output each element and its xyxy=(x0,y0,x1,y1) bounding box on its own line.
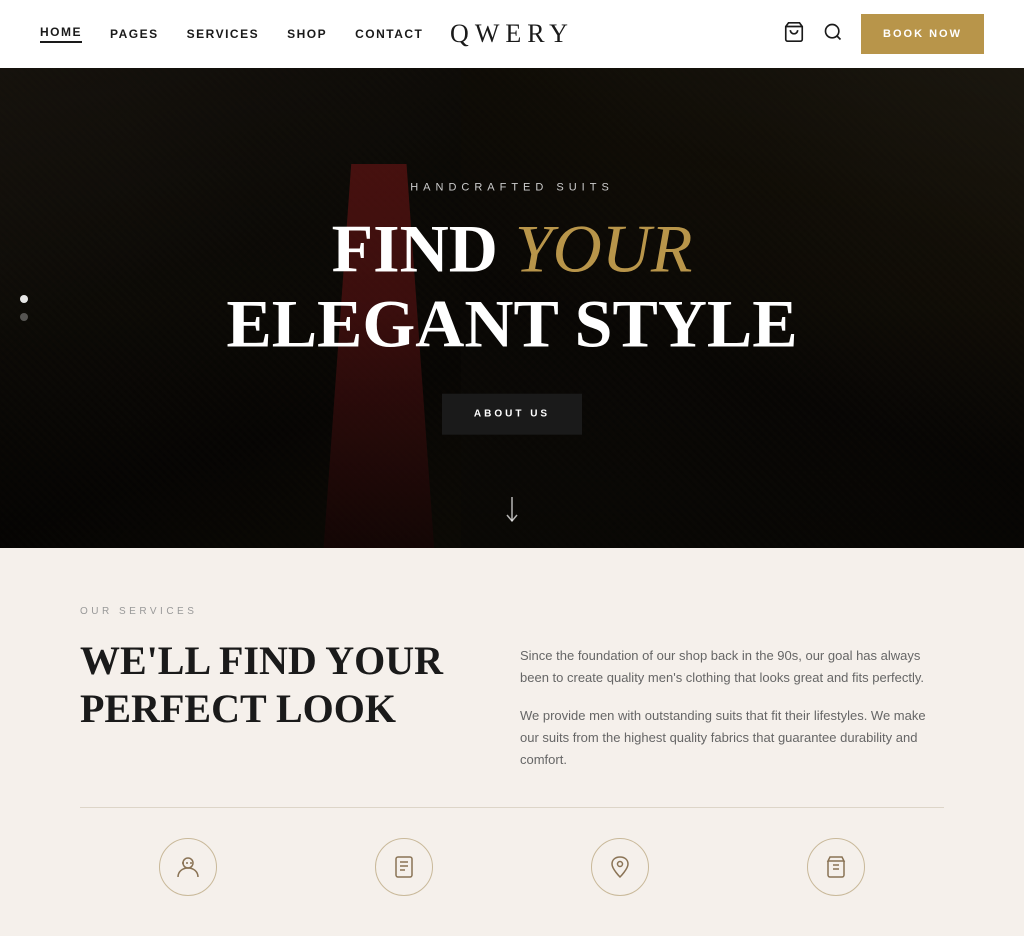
hero-title-elegant: ELEGANT STYLE xyxy=(226,286,797,362)
service-icon-2 xyxy=(296,838,512,896)
hero-title: FIND YOUR ELEGANT STYLE xyxy=(182,212,842,362)
services-label: OUR SERVICES xyxy=(80,606,944,617)
services-row: WE'LL FIND YOUR PERFECT LOOK Since the f… xyxy=(80,637,944,771)
book-now-button[interactable]: BOOK NOW xyxy=(861,14,984,54)
icon-circle-1 xyxy=(159,838,217,896)
hero-content: HANDCRAFTED SUITS FIND YOUR ELEGANT STYL… xyxy=(182,182,842,435)
about-us-button[interactable]: ABOUT US xyxy=(442,393,582,434)
hero-title-find: FIND xyxy=(332,211,515,287)
services-para2: We provide men with outstanding suits th… xyxy=(520,705,944,771)
service-icon-1 xyxy=(80,838,296,896)
nav-item-home[interactable]: HOME xyxy=(40,25,82,43)
services-heading: WE'LL FIND YOUR PERFECT LOOK xyxy=(80,637,470,733)
hero-subtitle: HANDCRAFTED SUITS xyxy=(182,182,842,194)
icons-row xyxy=(80,807,944,896)
cart-icon[interactable] xyxy=(783,21,805,48)
icon-circle-3 xyxy=(591,838,649,896)
search-icon[interactable] xyxy=(823,22,843,47)
nav-item-pages[interactable]: PAGES xyxy=(110,27,159,41)
nav-item-shop[interactable]: SHOP xyxy=(287,27,327,41)
slider-dots xyxy=(20,295,28,321)
hero-section: HANDCRAFTED SUITS FIND YOUR ELEGANT STYL… xyxy=(0,68,1024,548)
slider-dot-inactive[interactable] xyxy=(20,313,28,321)
hero-title-your: YOUR xyxy=(515,211,693,287)
scroll-arrow[interactable] xyxy=(504,497,520,530)
navbar: HOME PAGES SERVICES SHOP CONTACT QWERY xyxy=(0,0,1024,936)
nav-item-contact[interactable]: CONTACT xyxy=(355,27,423,41)
services-right: Since the foundation of our shop back in… xyxy=(520,637,944,771)
services-section: OUR SERVICES WE'LL FIND YOUR PERFECT LOO… xyxy=(0,548,1024,936)
nav-left: HOME PAGES SERVICES SHOP CONTACT xyxy=(40,25,423,43)
services-heading-line1: WE'LL FIND YOUR xyxy=(80,638,443,683)
services-heading-line2: PERFECT LOOK xyxy=(80,686,396,731)
slider-dot-active[interactable] xyxy=(20,295,28,303)
service-icon-3 xyxy=(512,838,728,896)
nav-item-services[interactable]: SERVICES xyxy=(187,27,259,41)
icon-circle-4 xyxy=(807,838,865,896)
service-icon-4 xyxy=(728,838,944,896)
logo[interactable]: QWERY xyxy=(450,19,574,49)
icon-circle-2 xyxy=(375,838,433,896)
services-para1: Since the foundation of our shop back in… xyxy=(520,645,944,689)
navigation: HOME PAGES SERVICES SHOP CONTACT QWERY xyxy=(0,0,1024,68)
services-left: WE'LL FIND YOUR PERFECT LOOK xyxy=(80,637,470,733)
nav-right: BOOK NOW xyxy=(783,14,984,54)
